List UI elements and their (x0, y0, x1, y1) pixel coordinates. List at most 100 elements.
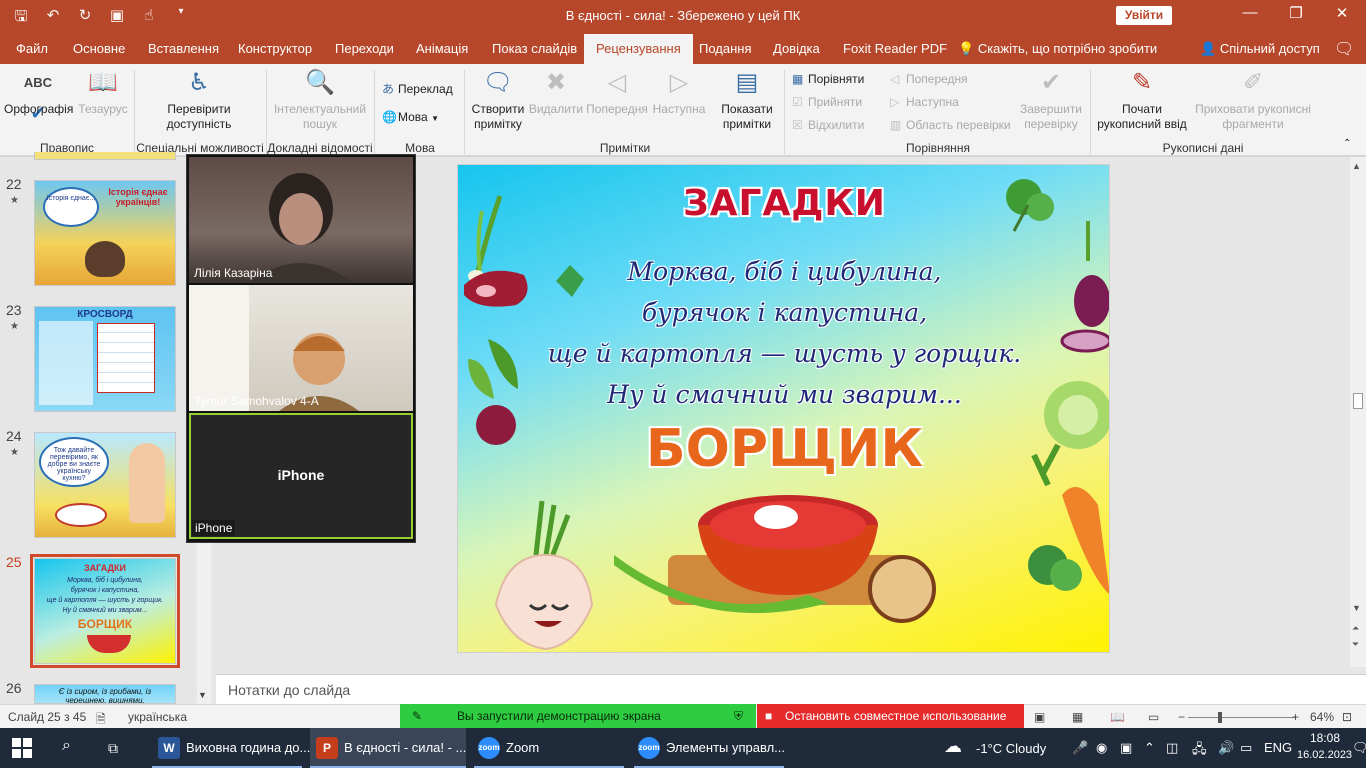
normal-view-icon[interactable]: ▣ (1034, 710, 1045, 724)
microphone-icon[interactable]: 🎤 (1072, 740, 1088, 756)
hide-ink-button[interactable]: ✐ Приховати рукописні фрагменти (1192, 68, 1314, 132)
previous-slide-icon[interactable]: ⏶ (1352, 623, 1359, 634)
sign-in-button[interactable]: Увійти (1116, 6, 1172, 25)
tab-transitions[interactable]: Переходи (335, 41, 394, 56)
scroll-up-arrow-icon[interactable]: ▲ (1352, 161, 1361, 171)
clock-date[interactable]: 16.02.2023 (1297, 749, 1352, 761)
share-button[interactable]: 👤 Спільний доступ (1200, 41, 1320, 57)
notifications-icon[interactable]: 🗨 (1352, 740, 1366, 756)
participant-tile[interactable]: iPhone iPhone (189, 413, 413, 539)
taskbar-powerpoint-label: В єдності - сила! - ... (344, 740, 467, 755)
thumbnail-21-partial[interactable] (34, 152, 176, 160)
collapse-ribbon-icon[interactable]: ⌃ (1343, 138, 1351, 149)
previous-comment-button[interactable]: ◁ Попередня (585, 68, 649, 117)
language-status[interactable]: українська (128, 710, 187, 724)
review-pane-button[interactable]: ▥ Область перевірки (890, 118, 1011, 132)
tab-slideshow[interactable]: Показ слайдів (492, 41, 577, 56)
battery-icon[interactable]: ▭ (1240, 740, 1252, 756)
taskbar-zoom-controls[interactable]: zoom Элементы управл... (634, 728, 785, 768)
tab-file[interactable]: Файл (16, 41, 48, 56)
compare-button[interactable]: ▦ Порівняти (792, 72, 864, 86)
translate-button[interactable]: あ Переклад (382, 80, 453, 97)
tab-home[interactable]: Основне (73, 41, 125, 56)
tab-help[interactable]: Довідка (773, 41, 820, 56)
zoom-stop-share-button[interactable]: ■ Остановить совместное использование (757, 704, 1024, 728)
start-inking-button[interactable]: ✎ Почати рукописний ввід (1094, 68, 1190, 132)
current-slide[interactable]: ЗАГАДКИ Морква, біб і цибулина, бурячок … (457, 164, 1110, 653)
tab-animations[interactable]: Анімація (416, 41, 468, 56)
slide-sorter-icon[interactable]: ▦ (1072, 710, 1083, 724)
reject-button[interactable]: ☒ Відхилити (792, 118, 864, 132)
chevron-up-icon[interactable]: ⌃ (1144, 740, 1155, 756)
accept-button[interactable]: ☑ Прийняти (792, 95, 862, 109)
search-icon[interactable]: ⌕ (62, 728, 86, 768)
zoom-in-button[interactable]: + (1292, 710, 1299, 724)
garlic-character-illustration (494, 500, 594, 651)
volume-icon[interactable]: 🔊 (1218, 740, 1234, 756)
taskbar-word[interactable]: W Виховна година до... (152, 728, 310, 768)
language-button[interactable]: 🌐Мова ▼ (382, 110, 439, 124)
tab-foxit[interactable]: Foxit Reader PDF (843, 41, 947, 56)
editor-vertical-scrollbar[interactable]: ▲ ▼ ⏶ ⏷ (1350, 157, 1366, 667)
comments-pane-icon[interactable]: 🗨 (1334, 39, 1354, 59)
zoom-sharing-banner[interactable]: ✎ Вы запустили демонстрацию экрана ⛨ (400, 704, 756, 728)
network-icon[interactable]: 🖧 (1192, 740, 1207, 762)
start-button[interactable] (12, 728, 36, 768)
thumbnail-slide-23[interactable]: КРОСВОРД (34, 306, 176, 412)
thumbnail-slide-25[interactable]: ЗАГАДКИ Морква, біб і цибулина, бурячок … (30, 554, 180, 668)
thesaurus-button[interactable]: 📖 Тезаурус (76, 68, 130, 117)
compare-next-button[interactable]: ▷ Наступна (890, 95, 959, 109)
zoom-tray-icon[interactable]: ◉ (1096, 740, 1107, 756)
new-comment-button[interactable]: 🗨 Створити примітку (468, 68, 528, 132)
task-view-icon[interactable]: ⧉ (108, 728, 132, 768)
tab-insert[interactable]: Вставлення (148, 41, 219, 56)
end-review-button[interactable]: ✔ Завершити перевірку (1016, 68, 1086, 132)
zoom-video-panel[interactable]: Лілія Казаріна Tymur Samohvalov 4-А iPho… (186, 154, 416, 543)
chevron-down-icon: ▼ (431, 114, 439, 123)
participant-tile[interactable]: Лілія Казаріна (189, 157, 413, 283)
delete-comment-button[interactable]: ✖ Видалити (528, 68, 584, 117)
weather-text[interactable]: -1°C Cloudy (976, 741, 1046, 756)
close-button[interactable]: ✕ (1322, 4, 1362, 22)
scrollbar-thumb[interactable] (1353, 393, 1363, 409)
video-tray-icon[interactable]: ◫ (1166, 740, 1178, 756)
slideshow-view-icon[interactable]: ▭ (1148, 710, 1159, 724)
restore-button[interactable]: ❐ (1276, 4, 1316, 22)
zoom-level[interactable]: 64% (1310, 710, 1334, 724)
scroll-down-arrow-icon[interactable]: ▼ (1352, 603, 1361, 613)
smart-lookup-button[interactable]: 🔍 Інтелектуальний пошук (270, 68, 370, 132)
clock-time[interactable]: 18:08 (1300, 731, 1350, 745)
check-accessibility-button[interactable]: ♿ Перевірити доступність (146, 68, 252, 132)
cloud-icon[interactable]: ☁ (944, 736, 962, 757)
girl-illustration (129, 443, 165, 523)
taskbar-zoom[interactable]: zoom Zoom (474, 728, 624, 768)
minimize-button[interactable]: — (1230, 4, 1270, 21)
tab-view[interactable]: Подання (699, 41, 752, 56)
tell-me-search[interactable]: 💡 Скажіть, що потрібно зробити (958, 41, 1157, 57)
thumbnail-slide-24[interactable]: Тож давайте перевіримо, як добре ви знає… (34, 432, 176, 538)
thumbnail-slide-22[interactable]: Історія єднає... Історія єднає українців… (34, 180, 176, 286)
tab-review[interactable]: Рецензування (584, 34, 693, 64)
stop-square-icon: ■ (765, 709, 773, 723)
participant-tile[interactable]: Tymur Samohvalov 4-А (189, 285, 413, 411)
spelling-button[interactable]: ABC ✔ Орфографія (4, 68, 73, 123)
app-tray-icon[interactable]: ▣ (1120, 740, 1132, 756)
tab-design[interactable]: Конструктор (238, 41, 312, 56)
input-language[interactable]: ENG (1264, 740, 1292, 755)
show-comments-button[interactable]: ▤ Показати примітки (714, 68, 780, 132)
notes-pane[interactable]: Нотатки до слайда (216, 674, 1366, 704)
thumbnail-slide-26[interactable]: Є із сиром, із грибами, із черешнею, виш… (34, 684, 176, 704)
zoom-out-button[interactable]: − (1178, 710, 1185, 724)
scroll-down-arrow-icon[interactable]: ▼ (198, 690, 207, 700)
next-label: Наступна (652, 102, 706, 116)
zoom-stop-text: Остановить совместное использование (785, 709, 1007, 723)
next-comment-button[interactable]: ▷ Наступна (650, 68, 708, 117)
next-slide-icon[interactable]: ⏷ (1352, 639, 1359, 650)
taskbar-powerpoint[interactable]: P В єдності - сила! - ... (310, 728, 466, 768)
compare-previous-button[interactable]: ◁ Попередня (890, 72, 968, 86)
zoom-slider-thumb[interactable] (1218, 712, 1222, 723)
fit-slide-icon[interactable]: ⊡ (1342, 710, 1352, 724)
zoom-slider[interactable] (1188, 717, 1296, 718)
group-insights: Докладні відомості (267, 141, 373, 155)
reading-view-icon[interactable]: 📖 (1110, 710, 1125, 724)
